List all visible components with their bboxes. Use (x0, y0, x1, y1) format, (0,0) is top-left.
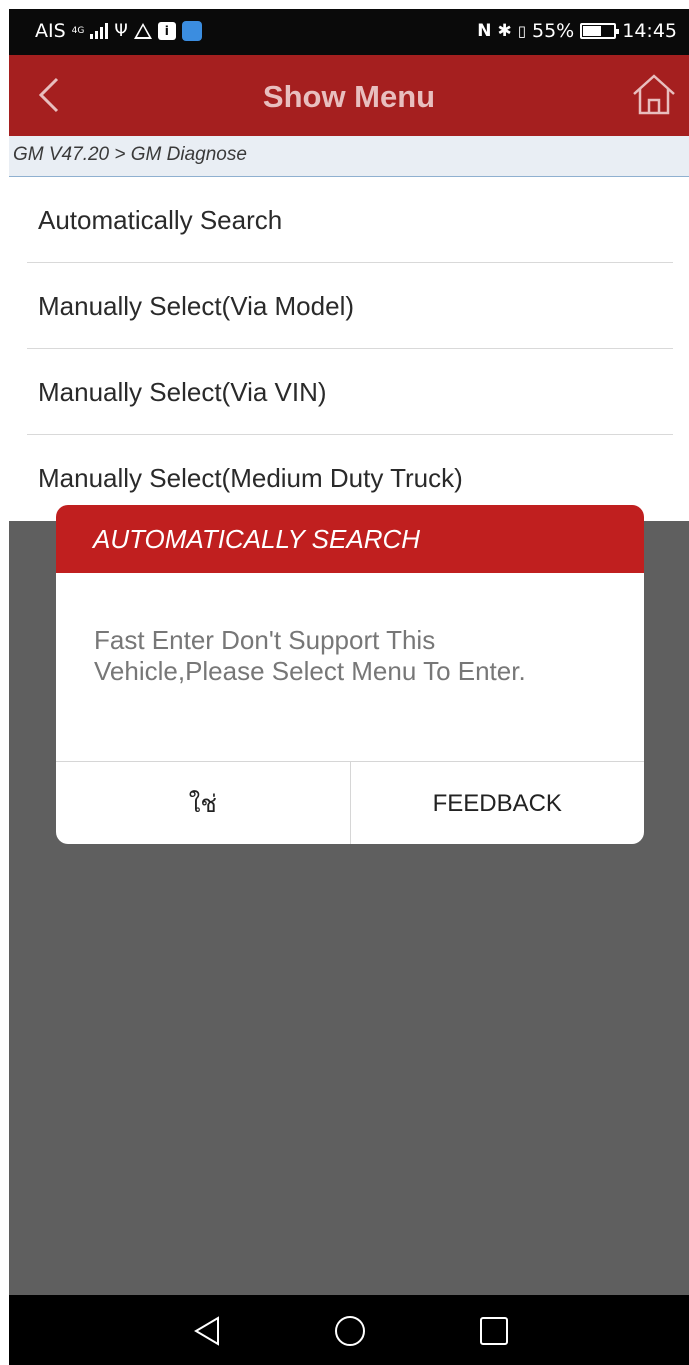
info-icon: i (157, 22, 176, 40)
dialog-title: AUTOMATICALLY SEARCH (56, 505, 644, 573)
app-header: Show Menu (9, 55, 689, 136)
battery-icon (580, 23, 620, 39)
menu-list: Automatically Search Manually Select(Via… (9, 177, 689, 521)
alert-dialog: AUTOMATICALLY SEARCH Fast Enter Don't Su… (56, 505, 644, 844)
recents-square-icon (480, 1317, 508, 1345)
signal-icon (90, 23, 109, 39)
nav-recents-button[interactable] (478, 1315, 510, 1347)
app-icon (181, 21, 202, 41)
status-right: N ✱ ▯ 55% 14:45 (477, 20, 677, 42)
confirm-button[interactable]: ใช่ (56, 762, 351, 844)
home-button[interactable] (631, 73, 677, 117)
page-title: Show Menu (262, 79, 436, 114)
menu-item-manual-via-vin[interactable]: Manually Select(Via VIN) (27, 349, 673, 435)
back-triangle-icon (194, 1316, 219, 1346)
warning-icon (133, 23, 152, 39)
screen: AIS 4G Ψ i N ✱ ▯ 55% 14:45 Show Menu GM … (9, 9, 689, 1365)
nfc-icon: N (477, 21, 492, 41)
nav-back-button[interactable] (192, 1315, 224, 1347)
vibrate-icon: ▯ (517, 22, 526, 40)
home-icon (633, 74, 675, 115)
status-left: AIS 4G Ψ i (35, 20, 202, 42)
feedback-button[interactable]: FEEDBACK (351, 762, 645, 844)
menu-item-automatically-search[interactable]: Automatically Search (27, 177, 673, 263)
hotspot-icon: Ψ (114, 21, 128, 41)
dialog-actions: ใช่ FEEDBACK (56, 761, 644, 844)
nav-home-button[interactable] (334, 1315, 366, 1347)
clock: 14:45 (622, 20, 677, 42)
home-circle-icon (335, 1316, 365, 1346)
dialog-message: Fast Enter Don't Support This Vehicle,Pl… (94, 625, 526, 686)
battery-percent: 55% (532, 20, 575, 42)
bluetooth-icon: ✱ (497, 21, 512, 41)
menu-item-manual-via-model[interactable]: Manually Select(Via Model) (27, 263, 673, 349)
carrier-label: AIS (35, 20, 66, 42)
breadcrumb: GM V47.20 > GM Diagnose (9, 136, 689, 177)
status-bar: AIS 4G Ψ i N ✱ ▯ 55% 14:45 (9, 9, 689, 55)
device-frame: AIS 4G Ψ i N ✱ ▯ 55% 14:45 Show Menu GM … (0, 0, 689, 1365)
navigation-bar (9, 1295, 689, 1365)
network-type-label: 4G (71, 25, 85, 36)
